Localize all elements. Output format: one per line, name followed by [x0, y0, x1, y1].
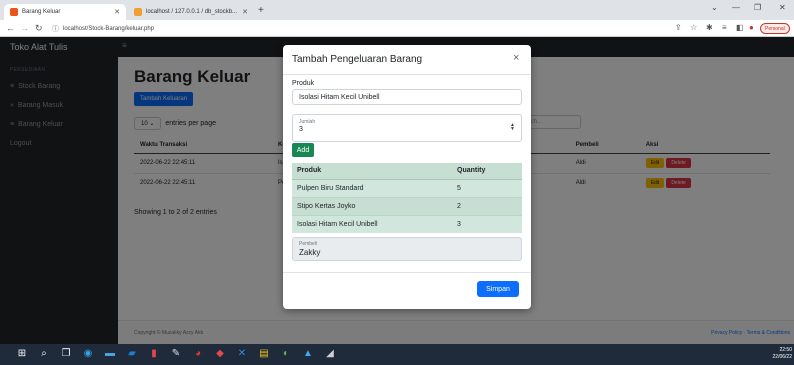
store-icon[interactable]: ▰ — [126, 348, 138, 360]
windows-start-icon[interactable]: ⊞ — [16, 348, 28, 360]
produk-input[interactable]: Isolasi Hitam Kecil Unibell — [292, 89, 522, 105]
close-tab-icon[interactable]: ✕ — [114, 8, 120, 16]
url-text: localhost/Stock-Barang/keluar.php — [63, 25, 155, 32]
divider — [283, 272, 531, 273]
address-bar: ← → ↻ ⓘ localhost/Stock-Barang/keluar.ph… — [0, 20, 794, 37]
browser-tab-bar: Barang Keluar ✕ localhost / 127.0.0.1 / … — [0, 0, 794, 20]
item-produk: Isolasi Hitam Kecil Unibell — [292, 214, 452, 233]
item-produk: Pulpen Biru Standard — [292, 178, 452, 197]
items-table: Produk Quantity Pulpen Biru Standard 5 S… — [292, 163, 522, 233]
favicon-icon — [10, 8, 18, 16]
mail-icon[interactable]: ▬ — [104, 348, 116, 360]
add-pengeluaran-modal: Tambah Pengeluaran Barang × Produk Isola… — [283, 45, 531, 309]
reload-icon[interactable]: ↻ — [35, 23, 43, 34]
item-produk: Stipo Kertas Joyko — [292, 196, 452, 215]
url-field[interactable]: ⓘ localhost/Stock-Barang/keluar.php — [52, 23, 632, 34]
extensions-icon[interactable]: ✱ — [706, 23, 713, 32]
spinner-icon[interactable]: ▲ ▼ — [510, 123, 515, 132]
add-item-button[interactable]: Add — [292, 143, 314, 157]
pembeli-label: Pembeli — [299, 241, 318, 247]
modal-title: Tambah Pengeluaran Barang — [292, 54, 423, 65]
profile-button[interactable]: Personal — [760, 23, 790, 34]
tab-search-icon[interactable]: ⌄ — [711, 3, 718, 12]
clock-time: 22:50 — [779, 347, 792, 353]
divider — [283, 74, 531, 75]
os-taskbar: ⊞ ⌕ ❐ ◉ ▬ ▰ ▮ ✎ ◕ ◆ ✕ ▤ ◐ ▲ ◢ 22:50 22/0… — [0, 344, 794, 365]
item-qty: 2 — [452, 196, 522, 215]
bookmark-star-icon[interactable]: ☆ — [690, 23, 697, 32]
office-icon[interactable]: ▮ — [148, 348, 160, 360]
jumlah-label: Jumlah — [299, 119, 316, 125]
reading-list-icon[interactable]: ≡ — [722, 23, 727, 32]
item-qty: 5 — [452, 178, 522, 197]
jumlah-field[interactable]: Jumlah 3 ▲ ▼ — [292, 114, 522, 142]
table-row: Pulpen Biru Standard 5 — [292, 178, 522, 197]
minimize-button[interactable]: — — [732, 3, 740, 12]
new-tab-button[interactable]: + — [258, 5, 264, 16]
avatar[interactable]: ● — [749, 23, 754, 32]
file-explorer-icon[interactable]: ▤ — [258, 348, 270, 360]
vscode-icon[interactable]: ✕ — [236, 348, 248, 360]
column-header: Quantity — [452, 163, 522, 180]
pembeli-value: Zakky — [299, 248, 321, 257]
browser-tab[interactable]: localhost / 127.0.0.1 / db_stockb... ✕ — [128, 4, 254, 20]
share-icon[interactable]: ⇪ — [675, 23, 682, 32]
side-panel-icon[interactable]: ◧ — [736, 23, 744, 32]
close-icon[interactable]: × — [513, 52, 519, 64]
search-icon[interactable]: ⌕ — [38, 348, 50, 360]
table-row: Stipo Kertas Joyko 2 — [292, 196, 522, 215]
back-icon[interactable]: ← — [6, 23, 15, 33]
browser-tab-active[interactable]: Barang Keluar ✕ — [4, 4, 126, 20]
table-row: Isolasi Hitam Kecil Unibell 3 — [292, 214, 522, 233]
maximize-button[interactable]: ❐ — [754, 3, 761, 12]
phpmyadmin-favicon-icon — [134, 8, 142, 16]
app-icon[interactable]: ◢ — [324, 348, 336, 360]
pembeli-field: Pembeli Zakky — [292, 237, 522, 261]
clock-date: 22/06/22 — [772, 354, 792, 360]
app-icon[interactable]: ◐ — [280, 348, 292, 360]
edge-icon[interactable]: ◉ — [82, 348, 94, 360]
item-qty: 3 — [452, 214, 522, 233]
chrome-icon[interactable]: ◕ — [192, 348, 204, 360]
forward-icon[interactable]: → — [20, 23, 29, 33]
save-button[interactable]: Simpan — [477, 281, 519, 297]
pen-app-icon[interactable]: ✎ — [170, 348, 182, 360]
close-window-button[interactable]: ✕ — [779, 3, 786, 12]
app-icon[interactable]: ▲ — [302, 348, 314, 360]
site-info-icon[interactable]: ⓘ — [52, 24, 59, 34]
app-icon[interactable]: ◆ — [214, 348, 226, 360]
tab-title: localhost / 127.0.0.1 / db_stockb... — [146, 9, 238, 15]
system-clock[interactable]: 22:50 22/06/22 — [773, 347, 792, 361]
close-tab-icon[interactable]: ✕ — [242, 8, 248, 16]
jumlah-value: 3 — [299, 126, 303, 133]
task-view-icon[interactable]: ❐ — [60, 348, 72, 360]
tab-title: Barang Keluar — [22, 9, 61, 15]
column-header: Produk — [292, 163, 452, 180]
produk-label: Produk — [292, 80, 315, 87]
